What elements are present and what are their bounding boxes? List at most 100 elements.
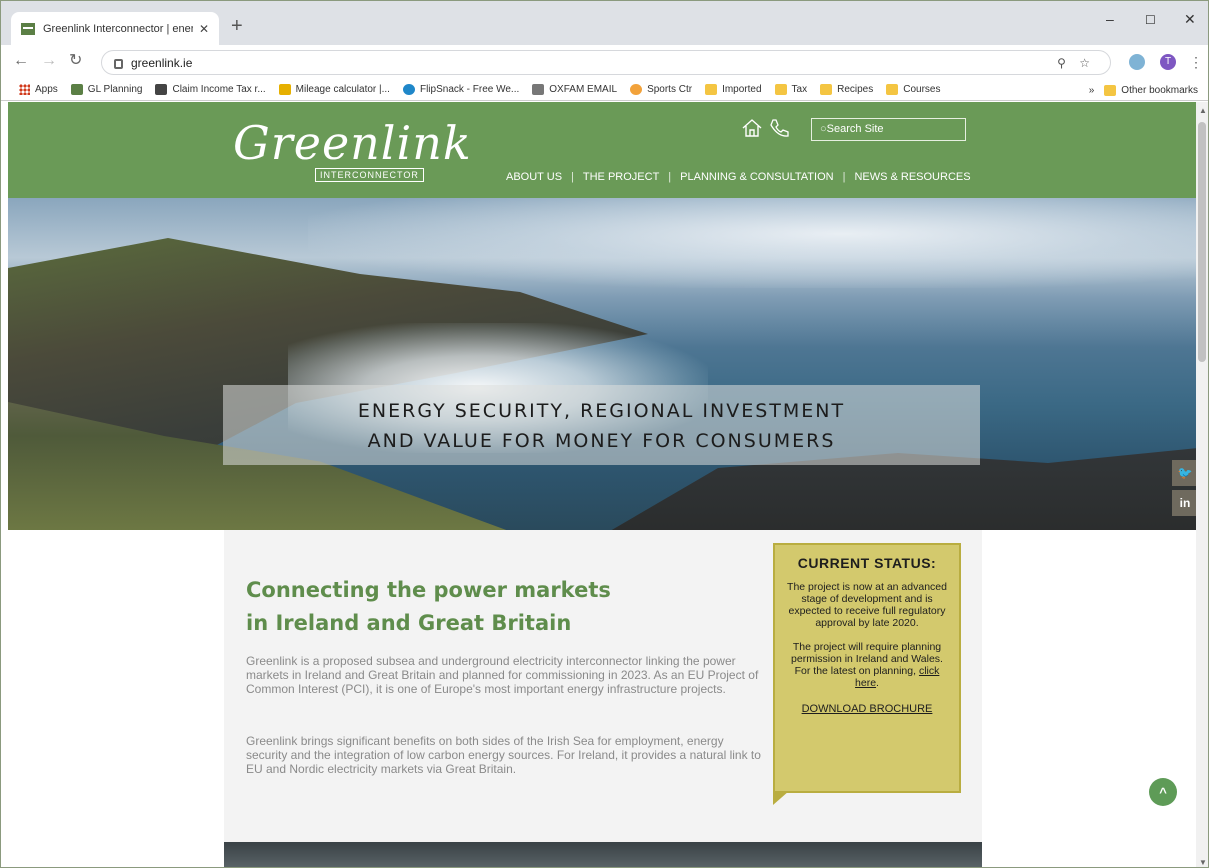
- revenue-bookmark-icon: [155, 84, 168, 95]
- greenlink-bookmark-icon: [70, 84, 83, 95]
- scroll-up-arrow-icon[interactable]: ▲: [1199, 106, 1207, 115]
- search-placeholder: Search Site: [826, 123, 884, 135]
- browser-menu-icon[interactable]: ⋮: [1189, 54, 1203, 70]
- sports-bookmark-icon: [630, 84, 643, 95]
- aa-bookmark-icon: [278, 84, 291, 95]
- download-brochure-link[interactable]: DOWNLOAD BROCHURE: [783, 703, 951, 715]
- page-viewport: Greenlink INTERCONNECTOR ○Search Site AB…: [8, 102, 1198, 867]
- site-nav: ABOUT US | THE PROJECT | PLANNING & CONS…: [506, 171, 971, 183]
- scroll-down-arrow-icon[interactable]: ▼: [1199, 858, 1207, 867]
- bookmark-label: Imported: [722, 84, 762, 95]
- hero-tagline-box: ENERGY SECURITY, REGIONAL INVESTMENT AND…: [223, 385, 980, 465]
- extension-icon[interactable]: [1129, 54, 1145, 70]
- hero-tagline-line2: AND VALUE FOR MONEY FOR CONSUMERS: [367, 430, 836, 452]
- nav-separator: |: [668, 171, 672, 183]
- profile-avatar[interactable]: T: [1160, 54, 1176, 70]
- twitter-icon[interactable]: 🐦: [1172, 460, 1198, 486]
- bookmarks-bar: Apps GL Planning Claim Income Tax r... M…: [1, 79, 1208, 101]
- tab-title: Greenlink Interconnector | energ: [43, 22, 193, 35]
- bookmark-claim-income-tax[interactable]: Claim Income Tax r...: [155, 84, 266, 95]
- logo-subtitle: INTERCONNECTOR: [315, 168, 424, 182]
- back-arrow-icon[interactable]: ←: [13, 53, 29, 69]
- bookmark-sports-ctr[interactable]: Sports Ctr: [630, 84, 692, 95]
- status-text-2: The project will require planning permis…: [783, 641, 951, 689]
- bookmark-label: Sports Ctr: [647, 84, 693, 95]
- page-headline: Connecting the power markets in Ireland …: [246, 574, 726, 640]
- search-icon: ○: [820, 123, 827, 135]
- forward-arrow-icon[interactable]: →: [41, 53, 57, 69]
- email-bookmark-icon: [532, 84, 545, 95]
- omnibox-actions: ⚲ ☆: [1057, 56, 1090, 70]
- scrollbar-thumb[interactable]: [1198, 122, 1206, 362]
- bookmark-folder-tax[interactable]: Tax: [774, 84, 808, 95]
- window-minimize-button[interactable]: –: [1106, 11, 1114, 27]
- linkedin-icon[interactable]: in: [1172, 490, 1198, 516]
- nav-news-resources[interactable]: NEWS & RESOURCES: [854, 171, 970, 183]
- hero-tagline-line1: ENERGY SECURITY, REGIONAL INVESTMENT: [357, 400, 846, 422]
- window-maximize-button[interactable]: ☐: [1145, 13, 1156, 27]
- bookmark-folder-courses[interactable]: Courses: [886, 84, 941, 95]
- site-header: Greenlink INTERCONNECTOR ○Search Site AB…: [8, 102, 1198, 198]
- lock-icon: [114, 58, 123, 69]
- bookmark-mileage-calculator[interactable]: Mileage calculator |...: [278, 84, 390, 95]
- bookmark-label: Mileage calculator |...: [295, 84, 390, 95]
- window-close-button[interactable]: ✕: [1184, 11, 1196, 28]
- folder-icon: [886, 84, 899, 95]
- home-icon[interactable]: [741, 117, 763, 139]
- folder-icon: [705, 84, 718, 95]
- nav-separator: |: [842, 171, 846, 183]
- hero-banner: ENERGY SECURITY, REGIONAL INVESTMENT AND…: [8, 198, 1198, 530]
- folder-icon: [1104, 84, 1117, 96]
- bookmark-star-icon[interactable]: ☆: [1079, 56, 1090, 70]
- url-text: greenlink.ie: [131, 55, 193, 70]
- tab-strip: Greenlink Interconnector | energ ✕ + – ☐…: [1, 1, 1208, 45]
- bookmark-label: Recipes: [837, 84, 874, 95]
- other-bookmarks[interactable]: Other bookmarks: [1121, 85, 1198, 96]
- nav-planning-consultation[interactable]: PLANNING & CONSULTATION: [680, 171, 833, 183]
- reload-icon[interactable]: ↻: [69, 53, 82, 69]
- zoom-icon[interactable]: ⚲: [1057, 56, 1066, 70]
- bookmark-label: GL Planning: [87, 84, 143, 95]
- bookmarks-overflow-button[interactable]: »: [1089, 85, 1095, 96]
- intro-paragraph-2: Greenlink brings significant benefits on…: [246, 734, 761, 776]
- current-status-box: CURRENT STATUS: The project is now at an…: [773, 543, 961, 805]
- folder-icon: [820, 84, 833, 95]
- apps-grid-icon: [19, 84, 30, 95]
- bookmark-gl-planning[interactable]: GL Planning: [70, 84, 143, 95]
- status-text-2-suffix: .: [876, 677, 879, 689]
- phone-icon[interactable]: [768, 117, 790, 139]
- browser-tab-greenlink[interactable]: Greenlink Interconnector | energ ✕: [11, 12, 219, 45]
- hero-clouds: [308, 198, 1198, 288]
- back-to-top-button[interactable]: ^: [1149, 778, 1177, 806]
- bookmark-apps[interactable]: Apps: [19, 84, 58, 95]
- headline-line1: Connecting the power markets: [246, 578, 611, 602]
- browser-window: Greenlink Interconnector | energ ✕ + – ☐…: [0, 0, 1209, 868]
- status-text-1: The project is now at an advanced stage …: [787, 581, 947, 629]
- bookmark-folder-imported[interactable]: Imported: [705, 84, 762, 95]
- nav-the-project[interactable]: THE PROJECT: [583, 171, 659, 183]
- flipsnack-bookmark-icon: [402, 84, 415, 95]
- next-section-image: [224, 842, 982, 867]
- headline-line2: in Ireland and Great Britain: [246, 611, 572, 635]
- new-tab-button[interactable]: +: [231, 16, 243, 36]
- greenlink-favicon-icon: [21, 22, 35, 35]
- logo-wordmark: Greenlink: [233, 116, 472, 170]
- bookmark-label: Apps: [35, 84, 58, 95]
- site-search-input[interactable]: ○Search Site: [811, 118, 966, 141]
- bookmark-label: OXFAM EMAIL: [549, 84, 618, 95]
- bookmark-label: Claim Income Tax r...: [172, 84, 266, 95]
- address-bar[interactable]: greenlink.ie ⚲ ☆: [101, 50, 1111, 75]
- bookmark-flipsnack[interactable]: FlipSnack - Free We...: [402, 84, 519, 95]
- bookmarks-right: » Other bookmarks: [1089, 79, 1198, 101]
- bookmark-label: Courses: [903, 84, 941, 95]
- intro-paragraph-1: Greenlink is a proposed subsea and under…: [246, 654, 759, 696]
- greenlink-logo[interactable]: Greenlink INTERCONNECTOR: [233, 116, 472, 182]
- page-scrollbar[interactable]: ▲ ▼: [1196, 102, 1208, 867]
- folder-icon: [774, 84, 787, 95]
- status-title: CURRENT STATUS:: [797, 555, 937, 571]
- bookmark-folder-recipes[interactable]: Recipes: [820, 84, 873, 95]
- bookmark-oxfam-email[interactable]: OXFAM EMAIL: [532, 84, 617, 95]
- nav-about-us[interactable]: ABOUT US: [506, 171, 562, 183]
- tab-close-icon[interactable]: ✕: [199, 22, 209, 36]
- bookmark-label: Tax: [791, 84, 808, 95]
